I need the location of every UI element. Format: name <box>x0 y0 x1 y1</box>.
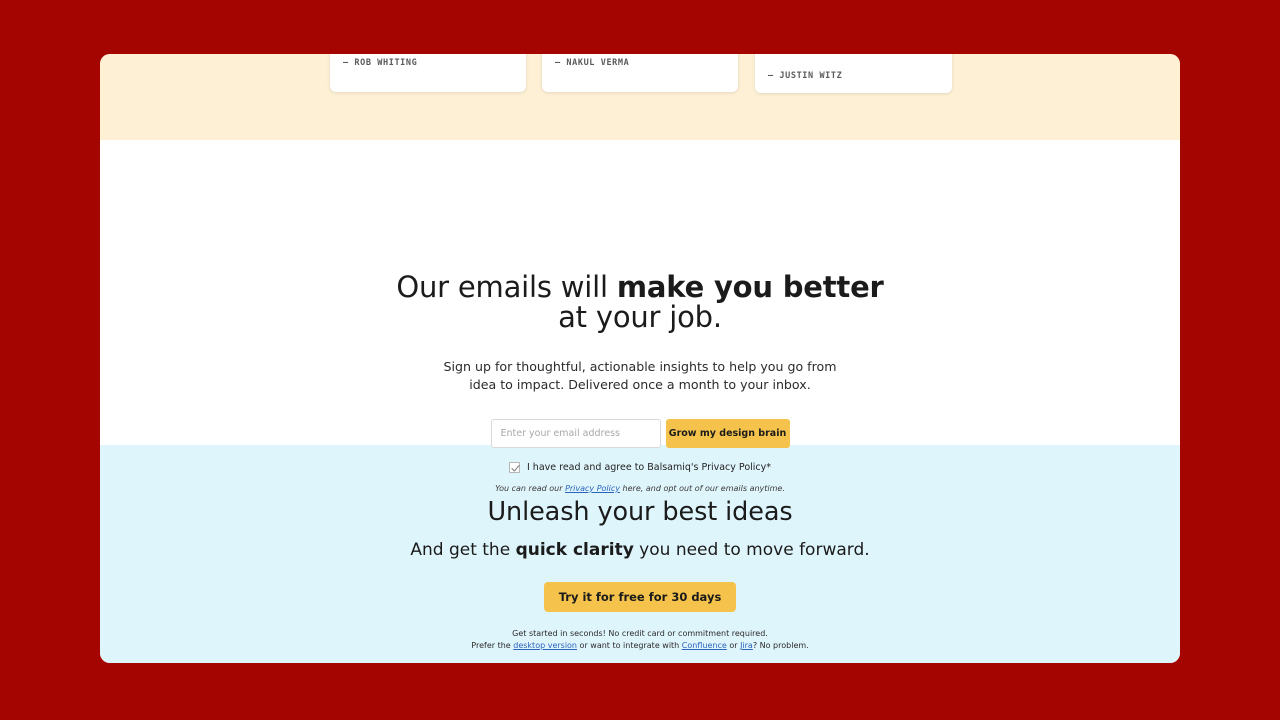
cta-note-line-1: Get started in seconds! No credit card o… <box>512 629 768 638</box>
newsletter-section: Our emails will make you better at your … <box>100 140 1180 493</box>
privacy-consent-checkbox[interactable] <box>508 462 520 473</box>
newsletter-subtitle-line-2: idea to impact. Delivered once a month t… <box>469 376 811 392</box>
newsletter-heading-prefix: Our emails will <box>396 270 617 304</box>
cta-note-mid-1: or want to integrate with <box>577 641 682 650</box>
page-panel: — ROB WHITING — NAKUL VERMA — JUSTIN WIT… <box>100 54 1180 663</box>
cta-subtitle-emphasis: quick clarity <box>515 540 634 560</box>
testimonial-author: — JUSTIN WITZ <box>768 71 843 81</box>
cta-note: Get started in seconds! No credit card o… <box>100 628 1180 652</box>
testimonials-section: — ROB WHITING — NAKUL VERMA — JUSTIN WIT… <box>100 54 1180 140</box>
confluence-link[interactable]: Confluence <box>682 641 727 650</box>
privacy-policy-link[interactable]: Privacy Policy <box>565 484 620 493</box>
newsletter-subtitle-line-1: Sign up for thoughtful, actionable insig… <box>443 359 837 374</box>
desktop-version-link[interactable]: desktop version <box>513 641 577 650</box>
email-input[interactable] <box>490 419 661 448</box>
cta-subtitle-suffix: you need to move forward. <box>633 540 870 560</box>
newsletter-heading-emphasis: make you better <box>616 270 884 304</box>
cta-heading: Unleash your best ideas <box>487 497 793 527</box>
privacy-fineprint-prefix: You can read our <box>495 484 566 493</box>
newsletter-heading-suffix: at your job. <box>558 300 722 334</box>
cta-section: Unleash your best ideas And get the quic… <box>100 445 1180 663</box>
cta-subtitle: And get the quick clarity you need to mo… <box>100 540 1180 560</box>
testimonial-card: — JUSTIN WITZ <box>755 54 952 93</box>
privacy-consent-label: I have read and agree to Balsamiq's Priv… <box>526 462 772 473</box>
cta-note-suffix: ? No problem. <box>752 641 809 650</box>
testimonial-author: — NAKUL VERMA <box>555 58 630 68</box>
jira-link[interactable]: Jira <box>740 641 753 650</box>
testimonial-card: — NAKUL VERMA <box>542 54 738 92</box>
cta-subtitle-prefix: And get the <box>410 540 516 560</box>
checkmark-icon <box>511 465 520 472</box>
newsletter-subtitle: Sign up for thoughtful, actionable insig… <box>100 358 1180 393</box>
cta-note-mid-2: or <box>726 641 741 650</box>
newsletter-heading: Our emails will make you better at your … <box>100 272 1180 332</box>
cta-note-prefix: Prefer the <box>471 641 514 650</box>
privacy-fineprint-suffix: here, and opt out of our emails anytime. <box>620 484 785 493</box>
newsletter-form: Grow my design brain <box>100 419 1180 448</box>
newsletter-submit-button[interactable]: Grow my design brain <box>665 419 790 448</box>
testimonial-author: — ROB WHITING <box>343 58 418 68</box>
testimonial-card: — ROB WHITING <box>330 54 526 92</box>
try-free-button[interactable]: Try it for free for 30 days <box>544 582 736 612</box>
